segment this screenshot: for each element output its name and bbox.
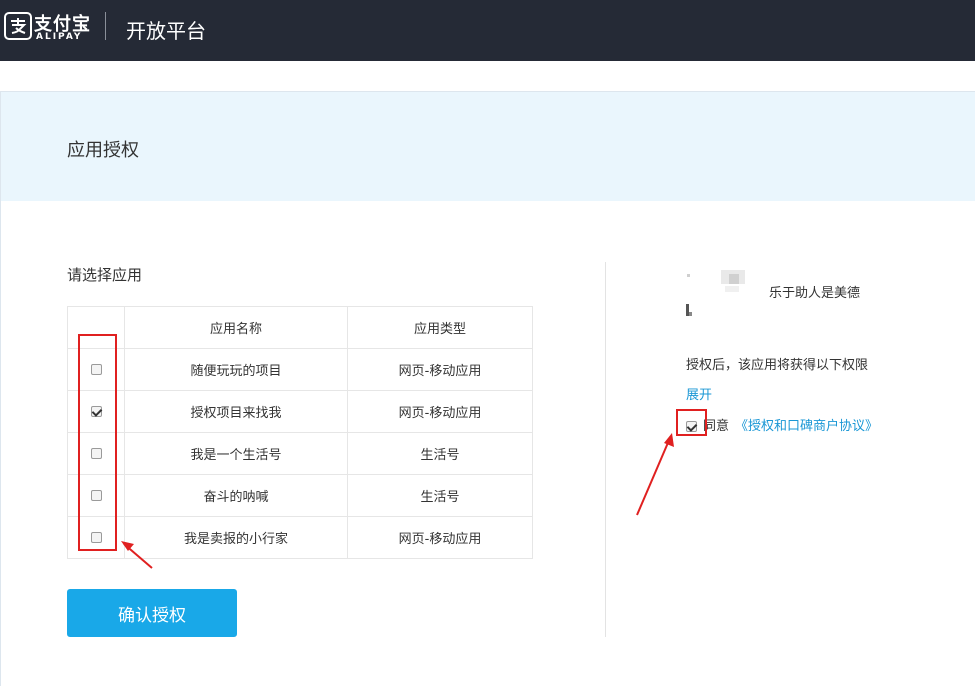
row-check-cell (67, 348, 125, 391)
app-checkbox[interactable] (90, 490, 102, 501)
row-check-cell (67, 474, 125, 517)
table-header-type: 应用类型 (347, 306, 533, 349)
app-checkbox[interactable] (90, 364, 102, 375)
row-check-cell (67, 390, 125, 433)
username: 乐于助人是美德 (769, 286, 861, 301)
app-checkbox[interactable] (90, 448, 102, 459)
table-header-check (67, 306, 125, 349)
row-check-cell (67, 516, 125, 559)
app-type: 生活号 (347, 432, 533, 475)
agree-checkbox[interactable] (686, 421, 697, 432)
table-row: 我是卖报的小行家 网页-移动应用 (67, 516, 533, 559)
authorization-card: 应用授权 请选择应用 应用名称 应用类型 随便玩玩的项目 网页-移动应用 授权项… (0, 91, 975, 686)
page-title: 应用授权 (67, 140, 139, 161)
table-row: 奋斗的呐喊 生活号 (67, 474, 533, 517)
app-name: 奋斗的呐喊 (124, 474, 348, 517)
app-type: 网页-移动应用 (347, 348, 533, 391)
expand-link[interactable]: 展开 (686, 384, 712, 403)
top-divider (105, 12, 106, 40)
table-row: 授权项目来找我 网页-移动应用 (67, 390, 533, 433)
table-row: 我是一个生活号 生活号 (67, 432, 533, 475)
top-bar: 支付宝 ALIPAY 开放平台 (0, 0, 975, 61)
alipay-logo-icon[interactable] (4, 12, 32, 40)
app-table: 应用名称 应用类型 随便玩玩的项目 网页-移动应用 授权项目来找我 网页-移动应… (67, 306, 533, 559)
app-type: 网页-移动应用 (347, 516, 533, 559)
row-check-cell (67, 432, 125, 475)
table-header-name: 应用名称 (124, 306, 348, 349)
app-checkbox[interactable] (90, 532, 102, 543)
agree-row: 同意 《授权和口碑商户协议》 (686, 415, 878, 434)
platform-title[interactable]: 开放平台 (126, 15, 206, 44)
app-name: 授权项目来找我 (124, 390, 348, 433)
card-header: 应用授权 (1, 92, 975, 201)
app-name: 我是一个生活号 (124, 432, 348, 475)
app-name: 随便玩玩的项目 (124, 348, 348, 391)
logo-subtext: ALIPAY (36, 32, 83, 42)
confirm-authorize-button[interactable]: 确认授权 (67, 589, 237, 637)
avatar (685, 266, 751, 326)
section-divider (605, 262, 606, 637)
agree-label: 同意 (703, 419, 730, 434)
app-checkbox[interactable] (90, 406, 102, 417)
app-type: 网页-移动应用 (347, 390, 533, 433)
table-header-row: 应用名称 应用类型 (67, 306, 533, 349)
app-type: 生活号 (347, 474, 533, 517)
select-app-label: 请选择应用 (67, 266, 143, 284)
app-name: 我是卖报的小行家 (124, 516, 348, 559)
agreement-link[interactable]: 《授权和口碑商户协议》 (735, 419, 878, 434)
permission-text: 授权后，该应用将获得以下权限 (686, 358, 869, 373)
table-row: 随便玩玩的项目 网页-移动应用 (67, 348, 533, 391)
